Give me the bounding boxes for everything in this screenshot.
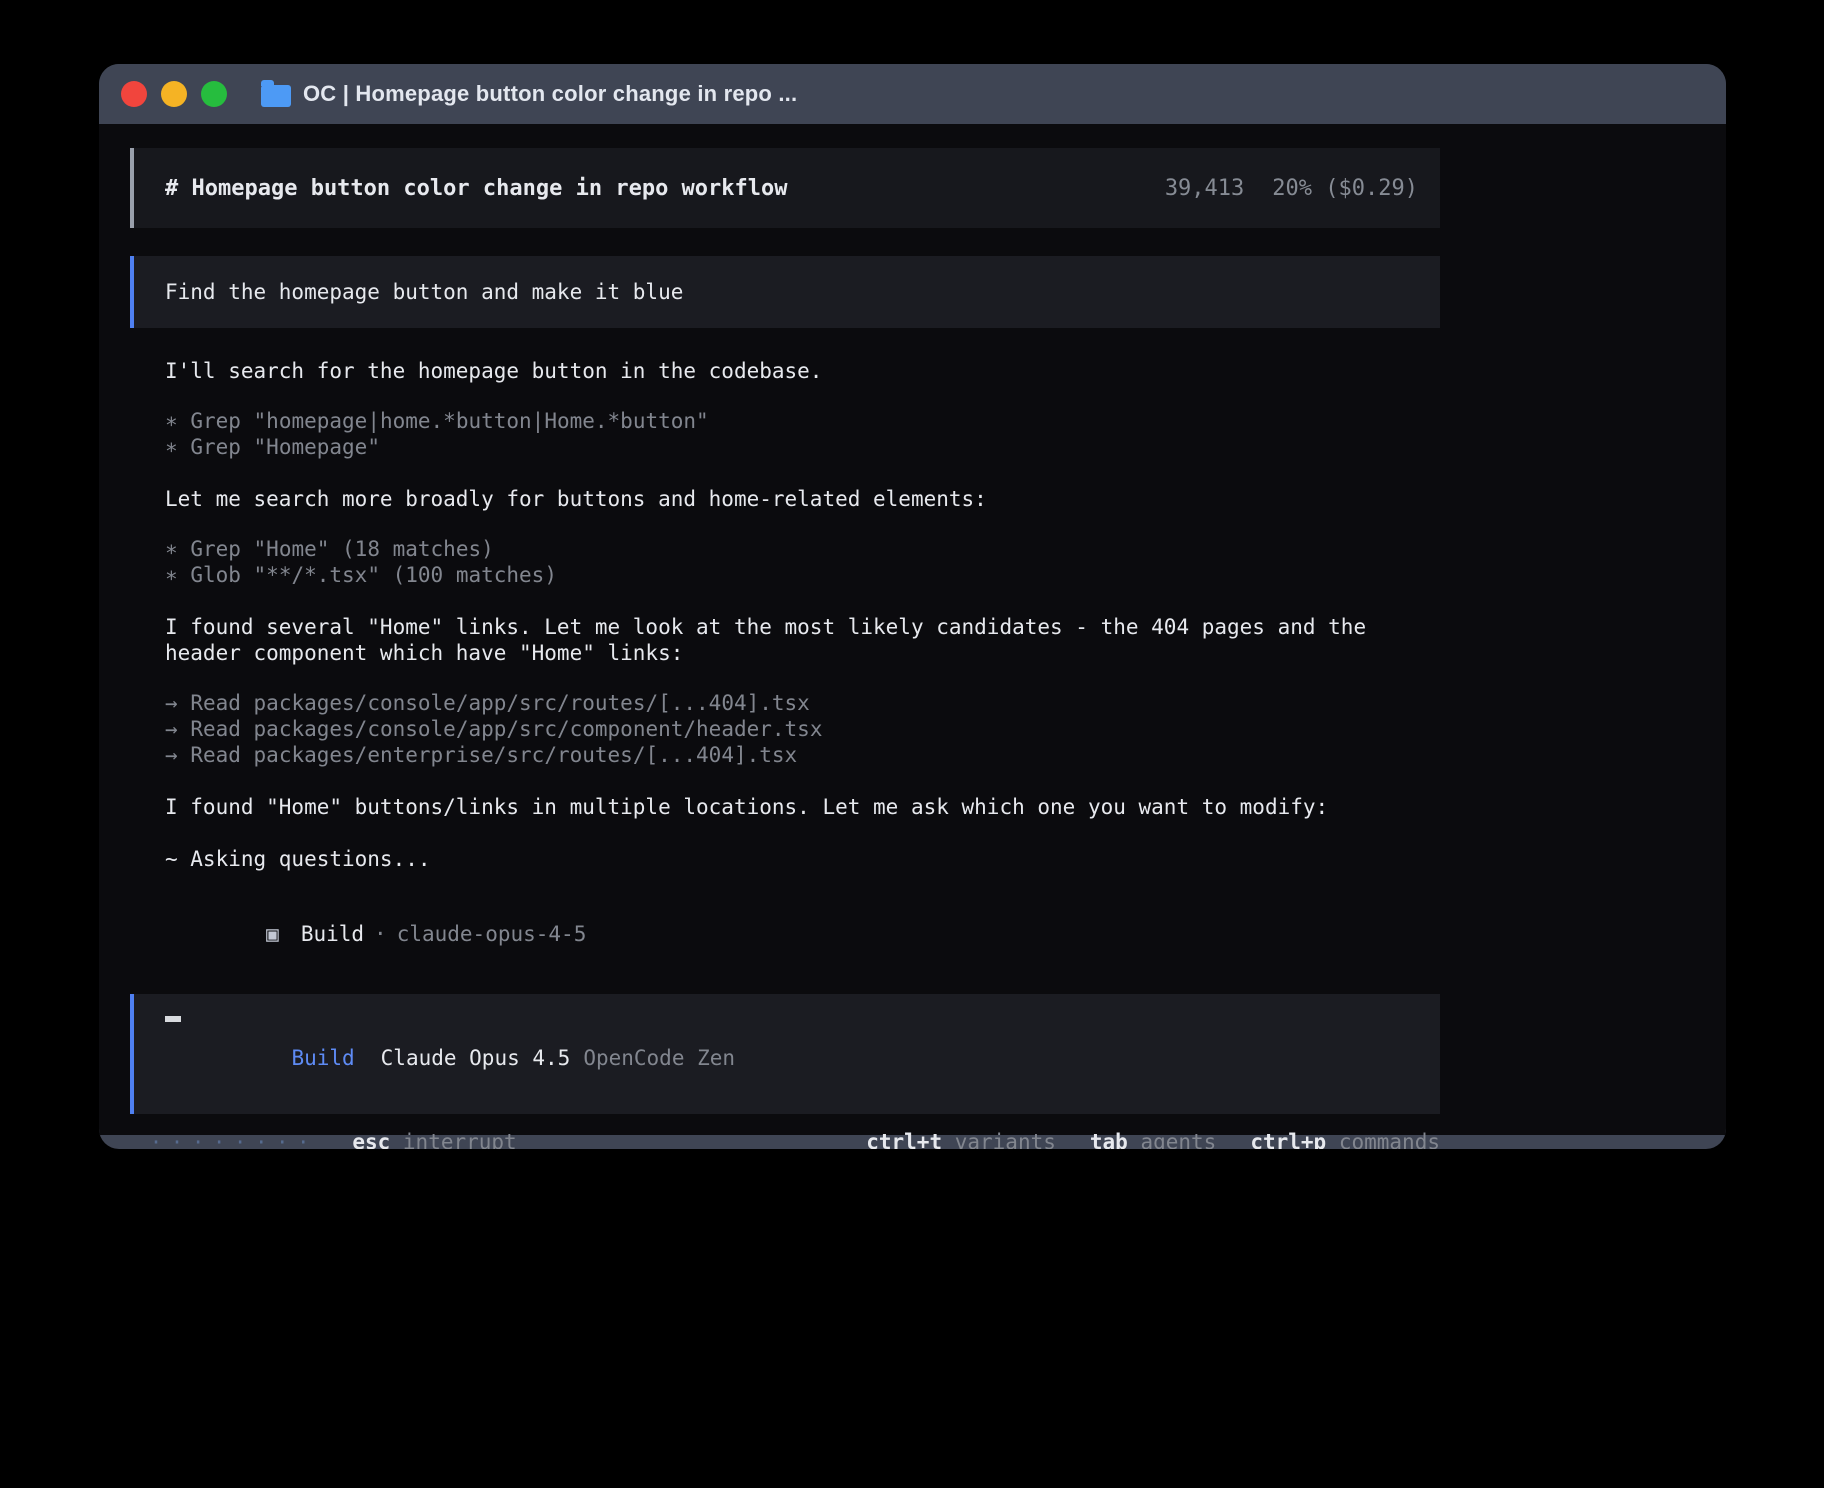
terminal-window: OC | Homepage button color change in rep… bbox=[99, 64, 1726, 1149]
commands-label: commands bbox=[1326, 1130, 1440, 1149]
commands-key: ctrl+p bbox=[1250, 1130, 1326, 1149]
tool-call-text: Grep "Homepage" bbox=[190, 435, 380, 459]
separator-dot: · bbox=[374, 922, 387, 946]
paragraph-line: I found several "Home" links. Let me loo… bbox=[165, 614, 1440, 640]
esc-label: interrupt bbox=[390, 1130, 516, 1149]
tool-call: ∗ Grep "Homepage" bbox=[165, 434, 1440, 460]
read-call-text: Read packages/console/app/src/routes/[..… bbox=[190, 691, 810, 715]
mode-label: Build bbox=[291, 1046, 354, 1070]
tool-call-group-2: ∗ Grep "Home" (18 matches) ∗ Glob "**/*.… bbox=[130, 536, 1440, 588]
minimize-button[interactable] bbox=[161, 81, 187, 107]
user-message-text: Find the homepage button and make it blu… bbox=[165, 280, 683, 304]
agents-hint: tab agents bbox=[1090, 1130, 1216, 1149]
spinner-dots: ········ bbox=[150, 1130, 318, 1149]
agent-model: claude-opus-4-5 bbox=[397, 922, 587, 946]
tool-call-text: Grep "Home" (18 matches) bbox=[190, 537, 493, 561]
tool-call: ∗ Glob "**/*.tsx" (100 matches) bbox=[165, 562, 1440, 588]
title-group: OC | Homepage button color change in rep… bbox=[261, 81, 797, 107]
arrow-right-icon: → bbox=[165, 717, 178, 741]
read-call-text: Read packages/enterprise/src/routes/[...… bbox=[190, 743, 797, 767]
esc-hint: esc interrupt bbox=[352, 1130, 516, 1149]
arrow-right-icon: → bbox=[165, 743, 178, 767]
close-button[interactable] bbox=[121, 81, 147, 107]
status-bar: ········ esc interrupt ctrl+t variants t… bbox=[130, 1130, 1440, 1149]
token-count: 39,413 bbox=[1165, 176, 1244, 201]
assistant-paragraph-1: I'll search for the homepage button in t… bbox=[130, 358, 1440, 384]
model-label: Claude Opus 4.5 bbox=[381, 1046, 571, 1070]
read-call: → Read packages/console/app/src/routes/[… bbox=[165, 690, 1440, 716]
variants-key: ctrl+t bbox=[866, 1130, 942, 1149]
traffic-lights bbox=[121, 81, 227, 107]
assistant-paragraph-3: I found several "Home" links. Let me loo… bbox=[130, 614, 1440, 666]
folder-icon bbox=[261, 85, 291, 107]
context-usage: 20% ($0.29) bbox=[1272, 176, 1418, 201]
arrow-right-icon: → bbox=[165, 691, 178, 715]
read-call-text: Read packages/console/app/src/component/… bbox=[190, 717, 822, 741]
assistant-paragraph-4: I found "Home" buttons/links in multiple… bbox=[130, 794, 1440, 820]
paragraph-line: header component which have "Home" links… bbox=[165, 640, 1440, 666]
agent-status-line: ▣ Build · claude-opus-4-5 bbox=[130, 898, 1440, 970]
read-call: → Read packages/enterprise/src/routes/[.… bbox=[165, 742, 1440, 768]
tool-call-group-1: ∗ Grep "homepage|home.*button|Home.*butt… bbox=[130, 408, 1440, 460]
commands-hint: ctrl+p commands bbox=[1250, 1130, 1440, 1149]
asterisk-icon: ∗ bbox=[165, 537, 178, 561]
agent-square-icon: ▣ bbox=[266, 922, 279, 946]
asterisk-icon: ∗ bbox=[165, 435, 178, 459]
esc-key: esc bbox=[352, 1130, 390, 1149]
variants-label: variants bbox=[942, 1130, 1056, 1149]
session-title: # Homepage button color change in repo w… bbox=[165, 176, 788, 201]
prompt-meta: Build Claude Opus 4.5 OpenCode Zen bbox=[165, 1022, 1412, 1094]
agents-label: agents bbox=[1128, 1130, 1217, 1149]
session-stats: 39,413 20% ($0.29) bbox=[1165, 176, 1418, 201]
user-message: Find the homepage button and make it blu… bbox=[130, 256, 1440, 328]
status-right: ctrl+t variants tab agents ctrl+p comman… bbox=[866, 1130, 1440, 1149]
agents-key: tab bbox=[1090, 1130, 1128, 1149]
read-call: → Read packages/console/app/src/componen… bbox=[165, 716, 1440, 742]
assistant-paragraph-2: Let me search more broadly for buttons a… bbox=[130, 486, 1440, 512]
session-header: # Homepage button color change in repo w… bbox=[130, 148, 1440, 228]
tool-call: ∗ Grep "homepage|home.*button|Home.*butt… bbox=[165, 408, 1440, 434]
read-call-group: → Read packages/console/app/src/routes/[… bbox=[130, 690, 1440, 768]
titlebar: OC | Homepage button color change in rep… bbox=[99, 64, 1726, 124]
terminal-body: # Homepage button color change in repo w… bbox=[99, 124, 1726, 1135]
variants-hint: ctrl+t variants bbox=[866, 1130, 1056, 1149]
asterisk-icon: ∗ bbox=[165, 409, 178, 433]
tool-call-text: Grep "homepage|home.*button|Home.*button… bbox=[190, 409, 708, 433]
status-left: ········ esc interrupt bbox=[130, 1130, 517, 1149]
asking-questions-status: ~ Asking questions... bbox=[130, 846, 1440, 872]
window-title: OC | Homepage button color change in rep… bbox=[303, 81, 797, 107]
tool-call-text: Glob "**/*.tsx" (100 matches) bbox=[190, 563, 557, 587]
agent-name: Build bbox=[301, 922, 364, 946]
provider-label: OpenCode Zen bbox=[583, 1046, 735, 1070]
tool-call: ∗ Grep "Home" (18 matches) bbox=[165, 536, 1440, 562]
prompt-input[interactable]: Build Claude Opus 4.5 OpenCode Zen bbox=[130, 994, 1440, 1114]
asterisk-icon: ∗ bbox=[165, 563, 178, 587]
zoom-button[interactable] bbox=[201, 81, 227, 107]
